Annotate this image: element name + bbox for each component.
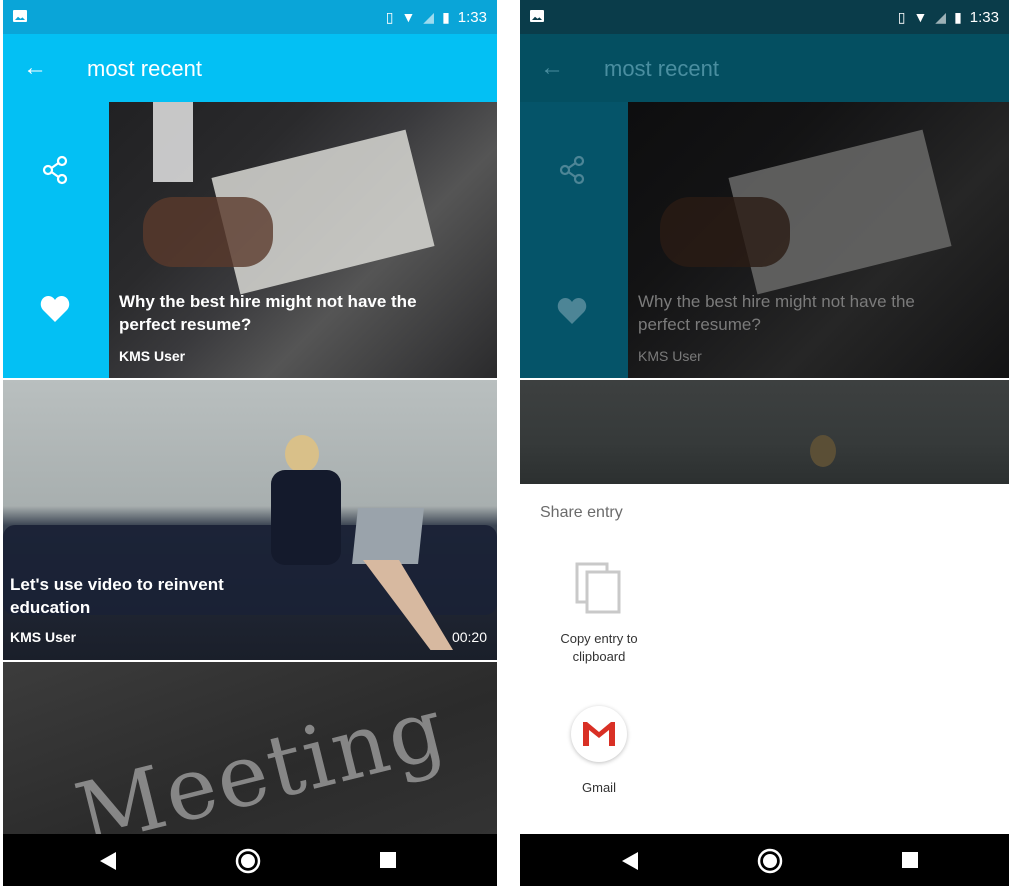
share-target-copy[interactable]: Copy entry to clipboard — [544, 560, 654, 666]
page-title: most recent — [87, 56, 202, 81]
heart-icon[interactable] — [556, 296, 588, 326]
vibrate-icon: ▯ — [897, 9, 906, 25]
status-time: 1:33 — [457, 8, 487, 26]
gmail-icon — [571, 706, 627, 762]
card-action-panel — [520, 102, 628, 378]
system-nav-bar — [520, 834, 1009, 886]
nav-recents-icon[interactable] — [902, 852, 918, 868]
card-author: KMS User — [638, 348, 702, 364]
system-nav-bar — [3, 834, 497, 886]
copy-icon — [575, 562, 621, 614]
status-bar: ▯ ▼ ◢ ▮ 1:33 — [3, 0, 497, 34]
share-target-gmail[interactable]: Gmail — [544, 706, 654, 795]
app-bar: ← most recent — [3, 34, 497, 102]
feed-card[interactable]: Meeting — [3, 662, 497, 834]
nav-home-icon[interactable] — [235, 848, 261, 874]
app-bar: ← most recent — [520, 34, 1009, 102]
feed-card[interactable] — [520, 380, 1009, 484]
nav-recents-icon[interactable] — [380, 852, 396, 868]
phone-screen-share: ▯ ▼ ◢ ▮ 1:33 ← most recent Why the best … — [520, 0, 1009, 886]
card-headline: Why the best hire might not have the per… — [119, 292, 417, 334]
gallery-notification-icon — [13, 10, 27, 22]
feed-card[interactable]: Let's use video to reinvent education KM… — [3, 380, 497, 660]
nav-back-icon[interactable] — [622, 852, 638, 870]
page-title: most recent — [604, 56, 719, 81]
back-arrow-icon[interactable]: ← — [540, 56, 564, 80]
battery-icon: ▮ — [442, 9, 450, 25]
status-time: 1:33 — [969, 8, 999, 26]
card-action-panel — [3, 102, 109, 378]
no-signal-icon: ◢ — [935, 9, 947, 25]
video-duration: 00:20 — [451, 629, 487, 645]
card-thumbnail — [520, 380, 1009, 484]
nav-back-icon[interactable] — [100, 852, 116, 870]
battery-icon: ▮ — [954, 9, 962, 25]
gallery-notification-icon — [530, 10, 544, 22]
share-bottom-sheet: Share entry Copy entry to clipboard Gmai… — [520, 484, 1009, 834]
share-icon[interactable] — [39, 154, 71, 186]
wifi-icon: ▼ — [913, 9, 928, 25]
back-arrow-icon[interactable]: ← — [23, 56, 47, 80]
share-icon[interactable] — [556, 154, 588, 186]
share-target-label: Gmail — [582, 780, 616, 795]
wifi-icon: ▼ — [401, 9, 416, 25]
card-author: KMS User — [10, 629, 77, 645]
chalk-lettering: Meeting — [66, 677, 456, 834]
card-author: KMS User — [119, 348, 186, 364]
phone-screen-feed: ▯ ▼ ◢ ▮ 1:33 ← most recent Why the best … — [3, 0, 497, 886]
status-bar: ▯ ▼ ◢ ▮ 1:33 — [520, 0, 1009, 34]
share-sheet-title: Share entry — [540, 504, 623, 521]
nav-home-icon[interactable] — [757, 848, 783, 874]
heart-icon[interactable] — [39, 294, 71, 324]
card-thumbnail: Meeting — [3, 662, 497, 834]
card-headline: Let's use video to reinvent education — [10, 575, 224, 617]
no-signal-icon: ◢ — [423, 9, 435, 25]
share-target-label: Copy entry to clipboard — [560, 631, 638, 664]
vibrate-icon: ▯ — [385, 9, 394, 25]
card-headline: Why the best hire might not have the per… — [638, 292, 915, 334]
